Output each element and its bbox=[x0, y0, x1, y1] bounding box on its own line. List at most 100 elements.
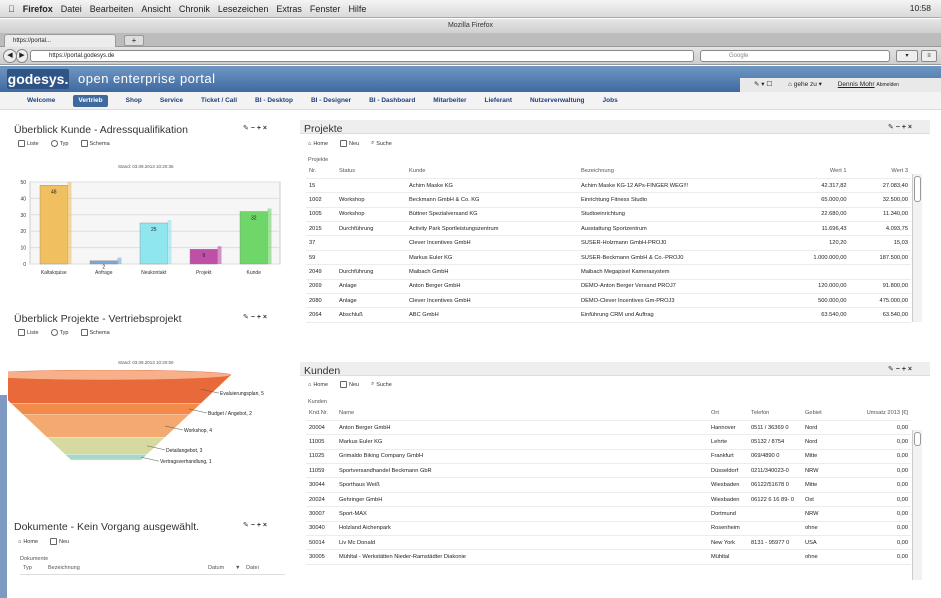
search-button[interactable]: ⌕ Suche bbox=[371, 381, 392, 388]
scrollbar[interactable] bbox=[912, 174, 922, 322]
search-button[interactable]: ⌕ Suche bbox=[371, 140, 392, 147]
funnel-segment[interactable] bbox=[10, 403, 202, 415]
user-link[interactable]: Dennis Mohr bbox=[838, 81, 875, 88]
menu-item[interactable]: Ticket / Call bbox=[201, 92, 237, 110]
column-header[interactable]: Ort bbox=[708, 406, 748, 421]
menu-item[interactable]: BI - Designer bbox=[311, 92, 351, 110]
menu-item[interactable]: Lieferant bbox=[485, 92, 512, 110]
new-button[interactable]: Neu bbox=[340, 381, 359, 388]
os-menu-item[interactable]: Fenster bbox=[310, 4, 341, 14]
home-button[interactable]: ⌂ Home bbox=[308, 140, 328, 147]
forward-button[interactable]: ▶ bbox=[16, 49, 28, 63]
column-header[interactable]: Wert 3 bbox=[849, 164, 911, 179]
column-header[interactable]: Telefon bbox=[748, 406, 802, 421]
table-row[interactable]: 2064 Abschluß ABC GmbH Einführung CRM und A… bbox=[306, 307, 911, 323]
home-button[interactable]: ⌂ Home bbox=[308, 381, 328, 388]
table-row[interactable]: 15 Achim Maske KG Achim Maske KG-12 APs-FI… bbox=[306, 178, 911, 194]
os-menu-item[interactable]: Ansicht bbox=[141, 4, 171, 14]
browser-tab[interactable]: https://portal... bbox=[4, 34, 116, 47]
os-menu-item[interactable]: Lesezeichen bbox=[218, 4, 269, 14]
table-row[interactable]: 2069 Anlage Anton Berger GmbH DEMO-Anton Be… bbox=[306, 279, 911, 295]
os-menu-item[interactable]: Datei bbox=[61, 4, 82, 14]
column-header[interactable]: Kunde bbox=[406, 164, 578, 179]
table-cell: 0,00 bbox=[837, 492, 911, 508]
table-row[interactable]: 2015 Durchführung Activity Park Sportleist… bbox=[306, 221, 911, 237]
url-bar[interactable]: https://portal.godesys.de bbox=[30, 50, 694, 62]
column-header[interactable]: Nr. bbox=[306, 164, 336, 179]
scroll-thumb[interactable] bbox=[914, 432, 921, 446]
os-menu-item[interactable]: Bearbeiten bbox=[90, 4, 134, 14]
menu-item[interactable]: Welcome bbox=[27, 92, 55, 110]
type-button[interactable]: Typ bbox=[50, 329, 69, 336]
panel-controls[interactable]: ✎ − + × bbox=[888, 123, 912, 131]
sort-icon[interactable]: ▼ bbox=[235, 565, 240, 571]
search-input[interactable]: Google bbox=[700, 50, 890, 62]
menu-item[interactable]: Jobs bbox=[603, 92, 618, 110]
column-header[interactable]: Name bbox=[336, 406, 708, 421]
schema-button[interactable]: Schema bbox=[80, 140, 110, 147]
funnel-segment[interactable] bbox=[22, 414, 190, 438]
logout-link[interactable]: Abmelden bbox=[876, 82, 899, 88]
column-header[interactable]: Bezeichnung bbox=[578, 164, 780, 179]
funnel-segment[interactable] bbox=[64, 454, 148, 461]
menu-item[interactable]: Service bbox=[160, 92, 183, 110]
col-bezeichnung[interactable]: Bezeichnung bbox=[48, 565, 80, 571]
table-row[interactable]: 50014 Liv Mc Donald New York 8131 - 95977 0… bbox=[306, 535, 911, 551]
menu-item[interactable]: BI - Dashboard bbox=[369, 92, 415, 110]
table-row[interactable]: 20004 Anton Berger GmbH Hannover 0511 / 363… bbox=[306, 420, 911, 436]
goto-menu[interactable]: gehe zu ▾ bbox=[794, 81, 822, 88]
column-header[interactable]: Status bbox=[336, 164, 406, 179]
table-row[interactable]: 37 Clever Incentives GmbH SUSER-Holzmann G… bbox=[306, 235, 911, 251]
table-row[interactable]: 11059 Sportversandhandel Beckmann GbR Düss… bbox=[306, 463, 911, 479]
scrollbar[interactable] bbox=[912, 430, 922, 580]
table-row[interactable]: 1005 Workshop Büttner Spezialversand KG Stu… bbox=[306, 207, 911, 223]
type-button[interactable]: Typ bbox=[50, 140, 69, 147]
bar[interactable] bbox=[89, 260, 118, 265]
scroll-thumb[interactable] bbox=[914, 176, 921, 202]
menu-button[interactable]: ≡ bbox=[921, 50, 937, 62]
column-header[interactable]: Gebiet bbox=[802, 406, 838, 421]
table-row[interactable]: 20024 Gehringer GmbH Wiesbaden 06122 6 16 8… bbox=[306, 492, 911, 508]
bar[interactable] bbox=[39, 185, 68, 265]
table-row[interactable]: 11005 Markus Euler KG Lehrte 05132 / 8754 No… bbox=[306, 434, 911, 450]
col-datei[interactable]: Datei bbox=[246, 565, 259, 571]
table-row[interactable]: 2049 Durchführung Maibach GmbH Maibach Mega… bbox=[306, 264, 911, 280]
menu-item[interactable]: BI - Desktop bbox=[255, 92, 293, 110]
menu-item[interactable]: Nutzerverwaltung bbox=[530, 92, 585, 110]
column-header[interactable]: Wert 1 bbox=[779, 164, 850, 179]
os-menu-item[interactable]: Hilfe bbox=[348, 4, 366, 14]
list-button[interactable]: Liste bbox=[18, 329, 39, 336]
new-button[interactable]: Neu bbox=[340, 140, 359, 147]
panel-controls[interactable]: ✎ − + × bbox=[243, 521, 267, 529]
new-tab-button[interactable]: + bbox=[124, 35, 144, 46]
app-menu[interactable]: Firefox bbox=[23, 4, 53, 14]
os-menu-item[interactable]: Chronik bbox=[179, 4, 210, 14]
col-datum[interactable]: Datum bbox=[208, 565, 224, 571]
menu-item[interactable]: Vertrieb bbox=[73, 95, 108, 107]
table-row[interactable]: 1002 Workshop Beckmann GmbH & Co. KG Einric… bbox=[306, 192, 911, 208]
menu-item[interactable]: Shop bbox=[126, 92, 142, 110]
table-row[interactable]: 30044 Sporthaus Weiß Wiesbaden 06122/51678 … bbox=[306, 477, 911, 493]
panel-controls[interactable]: ✎ − + × bbox=[243, 124, 267, 132]
new-button[interactable]: Neu bbox=[50, 538, 69, 545]
table-row[interactable]: 2080 Anlage Clever Incentives GmbH DEMO-Cle… bbox=[306, 293, 911, 309]
back-button[interactable]: ◀ bbox=[3, 49, 17, 63]
col-typ[interactable]: Typ bbox=[23, 565, 32, 571]
column-header[interactable]: Umsatz 2013 [€] bbox=[837, 406, 911, 421]
schema-button[interactable]: Schema bbox=[80, 329, 110, 336]
pencil-icon[interactable]: ✎ ▾ ☐ bbox=[754, 81, 772, 88]
os-menu-item[interactable]: Extras bbox=[276, 4, 302, 14]
bookmark-button[interactable]: ▾ bbox=[896, 50, 918, 62]
table-row[interactable]: 30007 Sport-MAX Dortmund NRW 0,00 bbox=[306, 506, 911, 522]
list-button[interactable]: Liste bbox=[18, 140, 39, 147]
table-row[interactable]: 30040 Holzland Aichenpark Rosenheim ohne 0,0… bbox=[306, 521, 911, 537]
apple-icon[interactable]:  bbox=[8, 4, 15, 14]
column-header[interactable]: Knd.Nr. bbox=[306, 406, 336, 421]
table-row[interactable]: 11025 Grimaldo Biking Company GmbH Frankfu… bbox=[306, 449, 911, 465]
home-button[interactable]: ⌂ Home bbox=[18, 538, 38, 545]
table-row[interactable]: 59 Markus Euler KG SUSER-Beckmann GmbH & C… bbox=[306, 250, 911, 266]
panel-controls[interactable]: ✎ − + × bbox=[243, 313, 267, 321]
panel-controls[interactable]: ✎ − + × bbox=[888, 365, 912, 373]
menu-item[interactable]: Mitarbeiter bbox=[433, 92, 466, 110]
table-row[interactable]: 30005 Mühltal - Werkstätten Nieder-Ramstä… bbox=[306, 549, 911, 565]
